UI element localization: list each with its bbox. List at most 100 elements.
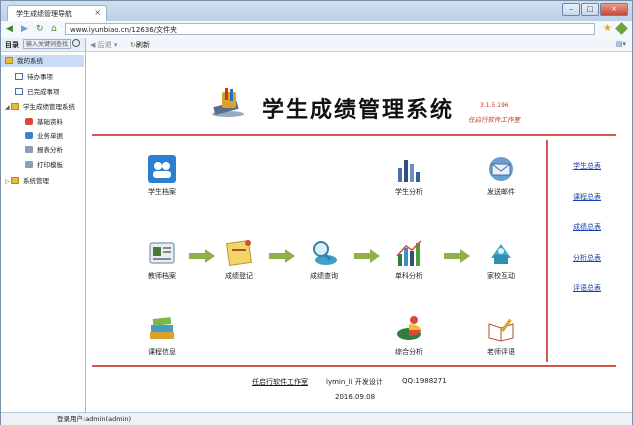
printer-icon (25, 161, 33, 168)
module-teacher-review[interactable]: 老师评语 (471, 314, 531, 357)
student-file-icon (148, 155, 176, 183)
module-label: 成绩登记 (225, 272, 253, 280)
search-icon[interactable] (72, 39, 80, 47)
sidebar-item-label: 我的系统 (17, 57, 43, 65)
tab-bar: 学生成绩管理导航 × – □ × (1, 1, 632, 21)
footer-qq: QQ:1988271 (402, 377, 447, 385)
sidebar-item-grade-system[interactable]: ◢ 学生成绩管理系统 (5, 101, 75, 113)
browser-window: 学生成绩管理导航 × – □ × ◀ ▶ ↻ ⌂ www.iyunbiao.cn… (0, 0, 633, 425)
module-label: 教师档案 (148, 272, 176, 280)
link-analysis-summary[interactable]: 分析总表 (573, 253, 601, 263)
refresh-button[interactable]: ↻刷新 (130, 40, 150, 50)
tools-icon (25, 118, 33, 125)
sidebar-item-label: 学生成绩管理系统 (23, 103, 75, 111)
bookmark-star-icon[interactable]: ★ (603, 23, 612, 34)
address-bar: ◀ ▶ ↻ ⌂ www.iyunbiao.cn/12636/文件夹 ★ (1, 21, 632, 39)
sidebar-item-system-admin[interactable]: ▷ 系统管理 (5, 175, 49, 187)
tab-close-icon[interactable]: × (94, 8, 101, 17)
forward-arrow-icon[interactable]: ▶ (21, 24, 28, 34)
bar-chart-icon (398, 160, 420, 182)
status-bar: 登录用户:admin(admin) (1, 412, 632, 425)
sidebar-header: 目录 输入关键词查找 (1, 38, 85, 52)
sidebar-item-label: 基础资料 (37, 118, 63, 126)
module-label: 成绩查询 (310, 272, 338, 280)
module-send-mail[interactable]: 发送邮件 (471, 154, 531, 197)
teacher-file-icon (149, 242, 175, 264)
sidebar-item-label: 打印模板 (37, 161, 63, 169)
module-student-analysis[interactable]: 学生分析 (379, 154, 439, 197)
top-divider (92, 134, 616, 136)
close-button[interactable]: × (600, 3, 628, 16)
list-icon (15, 73, 23, 80)
books-icon (150, 317, 174, 339)
back-circle-icon: ◀ (90, 41, 96, 49)
gear-icon (25, 132, 33, 139)
sidebar-item-label: 已完成事项 (27, 88, 60, 96)
sidebar-item-print-templates[interactable]: 打印模板 (25, 159, 63, 171)
sidebar-item-my-system[interactable]: 我的系统 (1, 55, 84, 67)
list-icon (15, 88, 23, 95)
folder-icon (11, 103, 19, 110)
status-user: 登录用户:admin(admin) (57, 415, 131, 423)
note-icon (226, 240, 252, 266)
pie-chart-icon (397, 316, 421, 340)
link-review-summary[interactable]: 评语总表 (573, 283, 601, 293)
link-grade-summary[interactable]: 成绩总表 (573, 222, 601, 232)
sidebar-item-label: 业务单据 (37, 132, 63, 140)
minimize-button[interactable]: – (562, 3, 580, 16)
back-button[interactable]: ◀ 后退 ▾ (90, 40, 117, 50)
version-text: 3.1.5.196 (480, 102, 509, 109)
tab-title: 学生成绩管理导航 (16, 10, 72, 18)
footer-designer: lymin_li 开发设计 (326, 378, 383, 386)
module-label: 单科分析 (395, 272, 423, 280)
link-course-summary[interactable]: 课程总表 (573, 192, 601, 202)
studio-signature: 任启行软件工作室 (468, 116, 520, 124)
logo-pencils-icon (212, 88, 244, 117)
sidebar-item-todo[interactable]: 待办事项 (15, 71, 53, 83)
bottom-divider (92, 365, 616, 367)
view-menu-icon[interactable]: ▤▾ (616, 40, 626, 48)
flow-arrow-icon (444, 249, 470, 263)
magnifier-pie-icon (313, 241, 337, 265)
page-title: 学生成绩管理系统 (262, 97, 455, 123)
flow-arrow-icon (354, 249, 380, 263)
module-label: 学生分析 (395, 188, 423, 196)
maximize-button[interactable]: □ (581, 3, 599, 16)
sidebar-item-label: 待办事项 (27, 73, 53, 81)
link-student-summary[interactable]: 学生总表 (573, 161, 601, 171)
content-toolbar: ◀ 后退 ▾ ↻刷新 ▤▾ (86, 38, 632, 52)
browser-tab[interactable]: 学生成绩管理导航 × (7, 5, 107, 21)
report-icon (25, 146, 33, 153)
module-label: 综合分析 (395, 348, 423, 356)
folder-icon (5, 57, 13, 64)
footer-studio-link[interactable]: 任启行软件工作室 (252, 377, 308, 387)
module-grade-entry[interactable]: 成绩登记 (209, 238, 269, 281)
mail-icon (489, 157, 513, 181)
extension-icon[interactable] (615, 22, 628, 35)
back-label: 后退 (97, 41, 112, 49)
module-grade-query[interactable]: 成绩查询 (294, 238, 354, 281)
sidebar-item-done[interactable]: 已完成事项 (15, 86, 60, 98)
folder-icon (11, 177, 19, 184)
home-icon[interactable]: ⌂ (51, 24, 57, 34)
module-course-info[interactable]: 课程信息 (132, 314, 192, 357)
main-content: 学生成绩管理系统 3.1.5.196 任启行软件工作室 学生档案 学生分析 发送… (86, 52, 632, 412)
module-overall-analysis[interactable]: 综合分析 (379, 314, 439, 357)
url-input[interactable]: www.iyunbiao.cn/12636/文件夹 (65, 23, 595, 35)
module-label: 老师评语 (487, 348, 515, 356)
module-subject-analysis[interactable]: 单科分析 (379, 238, 439, 281)
sidebar-item-label: 报表分析 (37, 146, 63, 154)
module-teacher-file[interactable]: 教师档案 (132, 238, 192, 281)
sidebar-item-business-docs[interactable]: 业务单据 (25, 130, 63, 142)
module-home-school[interactable]: 家校互动 (471, 238, 531, 281)
sidebar-item-basic-data[interactable]: 基础资料 (25, 116, 63, 128)
window-controls: – □ × (562, 3, 628, 16)
sidebar: 目录 输入关键词查找 我的系统 待办事项 已完成事项 ◢ 学生成绩管理系统 基础资… (1, 38, 86, 412)
sidebar-item-reports[interactable]: 报表分析 (25, 144, 63, 156)
refresh-icon[interactable]: ↻ (36, 24, 44, 34)
flow-arrow-icon (269, 249, 295, 263)
sidebar-search-input[interactable]: 输入关键词查找 (23, 39, 71, 49)
module-student-file[interactable]: 学生档案 (132, 154, 192, 197)
back-arrow-icon[interactable]: ◀ (6, 24, 13, 34)
right-divider (546, 140, 548, 362)
